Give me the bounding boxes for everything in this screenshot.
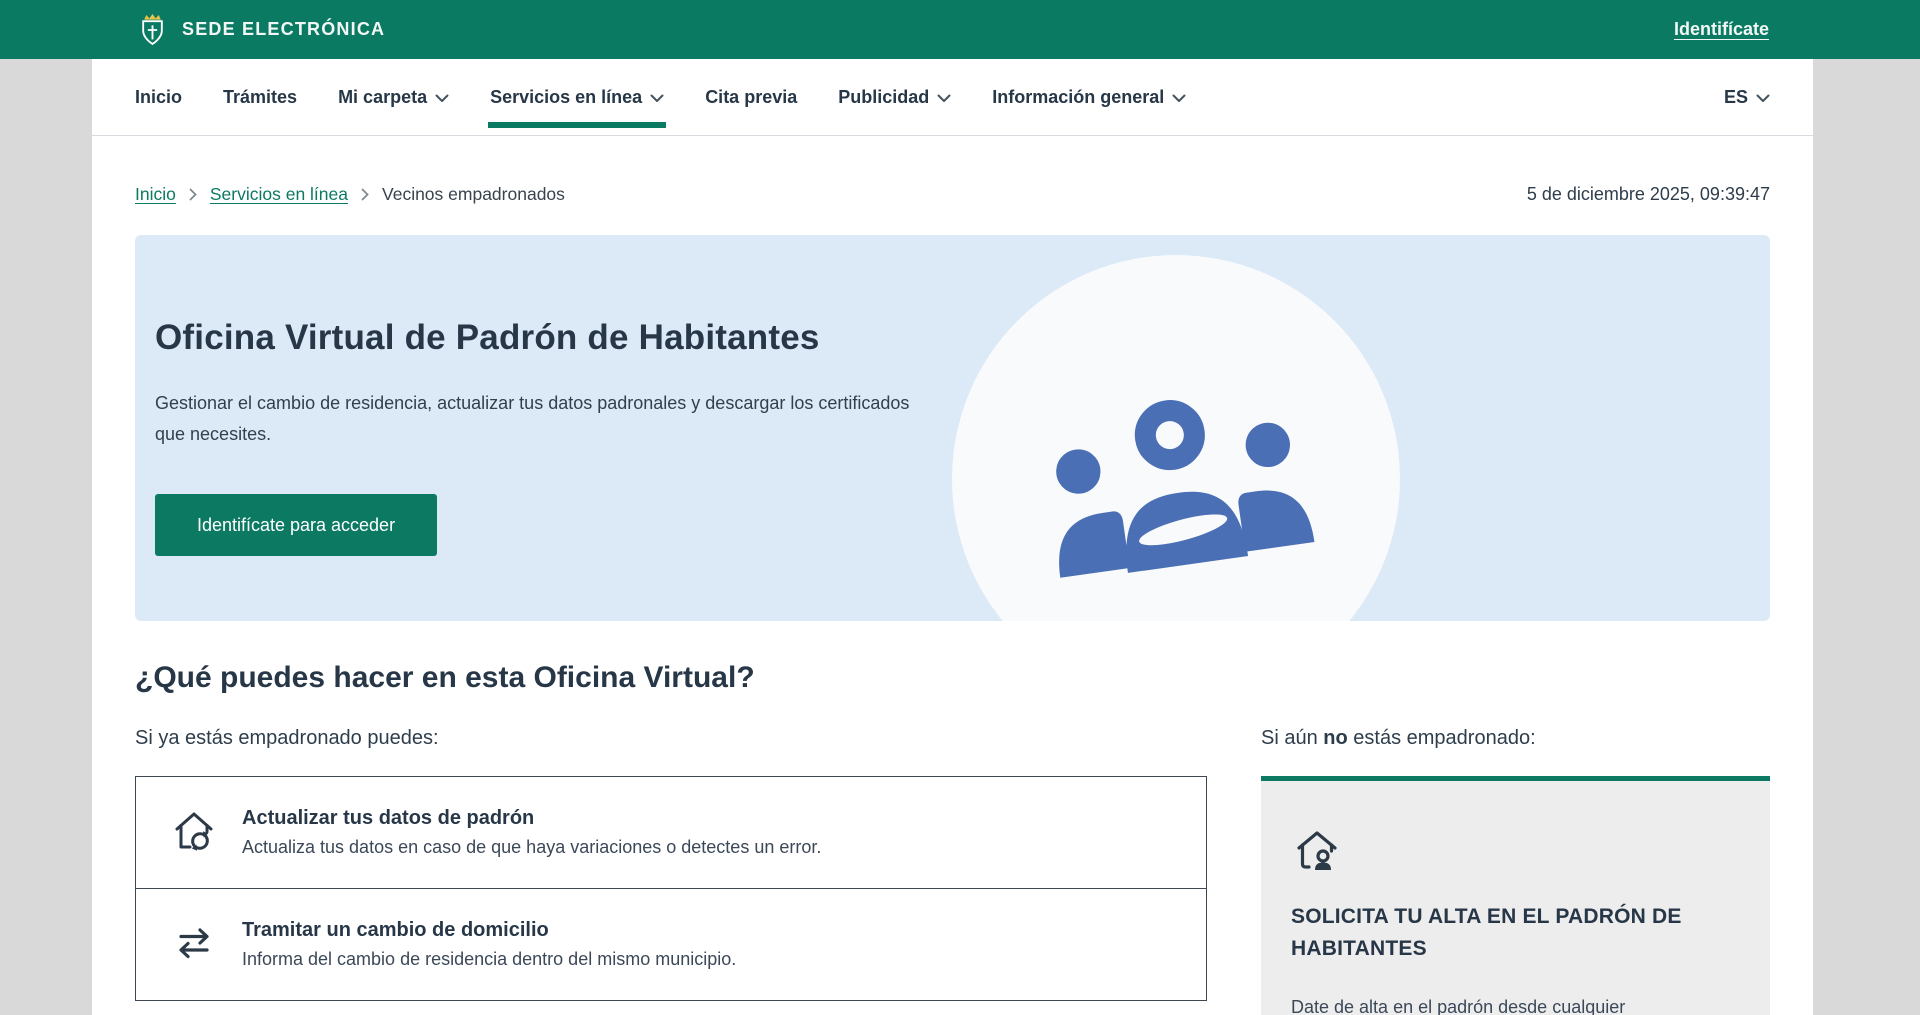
nav-item-tramites[interactable]: Trámites [223,87,297,108]
chevron-down-icon [435,94,449,103]
hero-title: Oficina Virtual de Padrón de Habitantes [155,318,1770,358]
breadcrumb-current: Vecinos empadronados [382,184,565,205]
site-title: SEDE ELECTRÓNICA [182,19,385,40]
chevron-down-icon [1172,94,1186,103]
nav-item-informacion-general[interactable]: Información general [992,87,1186,108]
alta-card-description: Date de alta en el padrón desde cualquie… [1291,993,1740,1015]
action-description: Informa del cambio de residencia dentro … [242,949,736,970]
action-description: Actualiza tus datos en caso de que haya … [242,837,821,858]
main-nav: Inicio Trámites Mi carpeta Servicios en … [92,59,1813,136]
house-sync-icon [170,807,218,855]
action-change-address[interactable]: Tramitar un cambio de domicilio Informa … [136,888,1206,1000]
chevron-down-icon [1756,94,1770,103]
chevron-right-icon [189,188,197,201]
breadcrumb: Inicio Servicios en línea Vecinos empadr… [135,184,1770,205]
transfer-arrows-icon [170,919,218,967]
not-registered-intro: Si aún no estás empadronado: [1261,727,1770,750]
action-title: Actualizar tus datos de padrón [242,807,821,830]
chevron-down-icon [650,94,664,103]
action-update-padron-data[interactable]: Actualizar tus datos de padrón Actualiza… [136,777,1206,888]
people-group-icon [1025,369,1328,588]
hero-banner: Oficina Virtual de Padrón de Habitantes … [135,235,1770,621]
section-heading: ¿Qué puedes hacer en esta Oficina Virtua… [135,661,1770,695]
hero-description: Gestionar el cambio de residencia, actua… [155,388,930,450]
crest-logo-icon [138,12,167,48]
top-bar: SEDE ELECTRÓNICA Identifícate [0,0,1920,59]
nav-item-inicio[interactable]: Inicio [135,87,182,108]
actions-list: Actualizar tus datos de padrón Actualiza… [135,776,1207,1001]
registered-intro: Si ya estás empadronado puedes: [135,727,1207,750]
chevron-down-icon [937,94,951,103]
alta-padron-card[interactable]: SOLICITA TU ALTA EN EL PADRÓN DE HABITAN… [1261,776,1770,1015]
content-columns: Si ya estás empadronado puedes: Actualiz… [135,727,1770,1015]
nav-item-mi-carpeta[interactable]: Mi carpeta [338,87,449,108]
registered-column: Si ya estás empadronado puedes: Actualiz… [135,727,1207,1015]
identify-link[interactable]: Identifícate [1674,19,1769,40]
hero-illustration-circle [952,255,1400,621]
nav-item-cita-previa[interactable]: Cita previa [705,87,797,108]
nav-item-publicidad[interactable]: Publicidad [838,87,951,108]
datetime-display: 5 de diciembre 2025, 09:39:47 [1527,184,1770,205]
language-selector[interactable]: ES [1724,87,1770,108]
identify-access-button[interactable]: Identifícate para acceder [155,494,437,556]
chevron-right-icon [361,188,369,201]
house-user-icon [1291,825,1343,877]
page-sheet: Inicio Trámites Mi carpeta Servicios en … [92,59,1813,1015]
brand: SEDE ELECTRÓNICA [138,12,385,48]
nav-item-servicios-en-linea[interactable]: Servicios en línea [490,87,664,108]
action-title: Tramitar un cambio de domicilio [242,919,736,942]
breadcrumb-link-servicios[interactable]: Servicios en línea [210,184,348,205]
not-registered-column: Si aún no estás empadronado: SOLICITA TU… [1261,727,1770,1015]
alta-card-title: SOLICITA TU ALTA EN EL PADRÓN DE HABITAN… [1291,901,1740,965]
breadcrumb-link-inicio[interactable]: Inicio [135,184,176,205]
